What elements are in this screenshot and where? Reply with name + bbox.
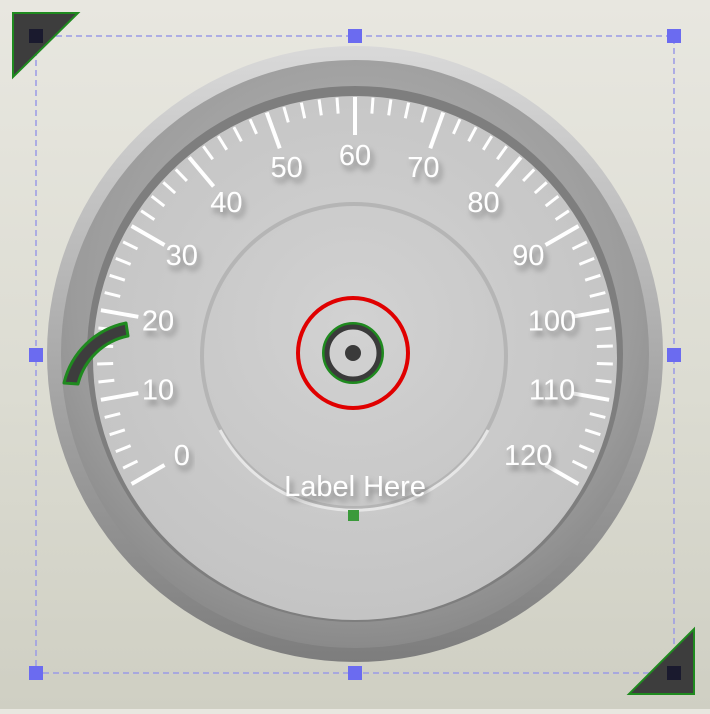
gauge-caption: Label Here	[284, 471, 426, 503]
scale-label: 50	[270, 152, 302, 184]
resize-handle-bottom-left[interactable]	[29, 666, 43, 680]
scale-label: 0	[174, 440, 190, 472]
scale-label: 20	[142, 305, 174, 337]
minor-tick	[97, 361, 114, 366]
designer-canvas: 0 10 20 30 40 50 60 70 80 90 100 110 120 Label Here	[0, 0, 710, 709]
resize-handle-left[interactable]	[29, 348, 43, 362]
minor-tick	[595, 326, 612, 332]
scale-label: 40	[210, 187, 242, 219]
caption-anchor-handle[interactable]	[348, 510, 359, 521]
minor-tick	[596, 344, 613, 349]
resize-handle-right[interactable]	[667, 348, 681, 362]
scale-label: 60	[339, 140, 371, 172]
minor-tick	[335, 97, 340, 114]
minor-tick	[98, 378, 115, 384]
scale-label: 10	[142, 375, 174, 407]
scale-label: 30	[166, 240, 198, 272]
gauge-widget[interactable]: 0 10 20 30 40 50 60 70 80 90 100 110 120 Label Here	[47, 46, 663, 662]
resize-handle-bottom[interactable]	[348, 666, 362, 680]
resize-handle-top-right[interactable]	[667, 29, 681, 43]
scale-label: 110	[529, 375, 575, 407]
scale-label: 80	[467, 187, 499, 219]
corner-triangle-icon[interactable]	[12, 12, 81, 80]
resize-handle-top[interactable]	[348, 29, 362, 43]
corner-triangle-icon[interactable]	[626, 626, 695, 695]
scale-label: 70	[407, 152, 439, 184]
scale-label: 90	[512, 240, 544, 272]
scale-label: 100	[528, 305, 576, 337]
minor-tick	[595, 378, 612, 384]
minor-tick	[596, 361, 613, 366]
minor-tick	[370, 97, 375, 114]
scale-label: 120	[504, 440, 552, 472]
